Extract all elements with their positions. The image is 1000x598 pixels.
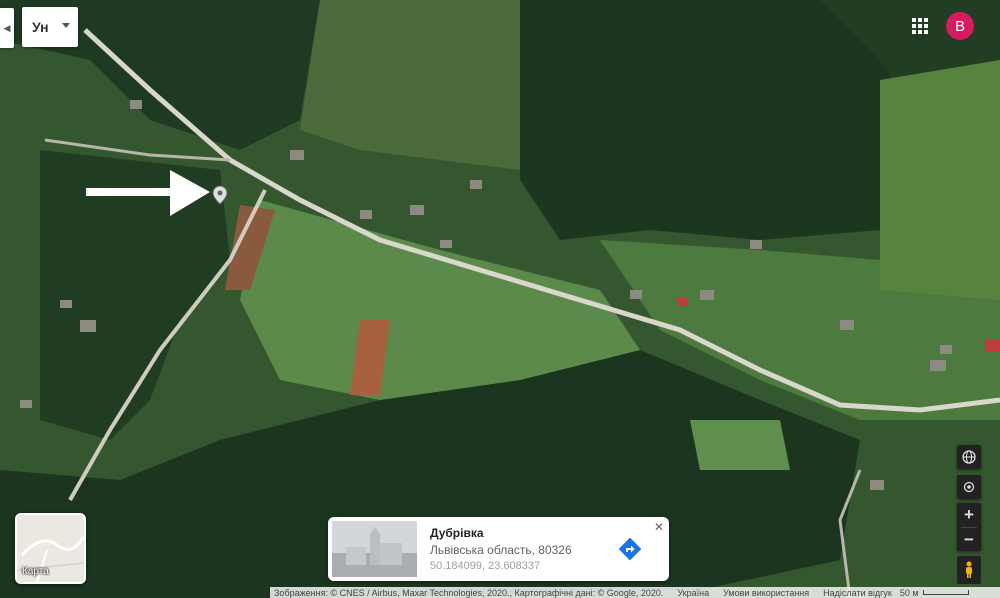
close-icon[interactable]: ✕ — [654, 520, 664, 534]
feedback-link[interactable]: Надіслати відгук — [823, 588, 892, 598]
directions-icon[interactable] — [618, 537, 642, 561]
street-view-button[interactable] — [957, 556, 981, 584]
zoom-in-button[interactable]: + — [957, 503, 981, 527]
scale-bar[interactable]: 50 м — [896, 588, 969, 598]
place-info-card[interactable]: Дубрівка Львівська область, 80326 50.184… — [328, 517, 669, 581]
globe-view-button[interactable] — [957, 445, 981, 469]
scale-bar-line — [922, 590, 969, 595]
place-name: Дубрівка — [430, 526, 484, 540]
pegman-icon — [966, 561, 972, 578]
globe-icon — [962, 450, 976, 464]
place-region: Львівська область, 80326 — [430, 543, 572, 557]
search-dropdown[interactable]: Ун — [22, 7, 78, 47]
search-dropdown-label: Ун — [32, 19, 49, 35]
zoom-out-button[interactable]: − — [957, 528, 981, 552]
my-location-icon — [963, 481, 975, 493]
country-link[interactable]: Україна — [677, 588, 709, 598]
forest-area — [520, 0, 900, 240]
collapse-panel-button[interactable]: ◀ — [0, 8, 14, 48]
attribution-text: Зображення: © CNES / Airbus, Maxar Techn… — [274, 587, 664, 598]
scale-label: 50 м — [899, 587, 919, 598]
my-location-button[interactable] — [957, 475, 981, 499]
layer-toggle-map[interactable]: Карта — [15, 513, 86, 584]
account-avatar[interactable]: B — [946, 12, 974, 40]
terms-link[interactable]: Умови використання — [723, 588, 809, 598]
layer-toggle-label: Карта — [22, 566, 49, 577]
map-footer: Зображення: © CNES / Airbus, Maxar Techn… — [270, 587, 1000, 598]
apps-grid-icon[interactable] — [912, 18, 928, 34]
field-area — [880, 60, 1000, 300]
chevron-down-icon — [62, 23, 70, 28]
place-coordinates: 50.184099, 23.608337 — [430, 560, 541, 572]
satellite-map[interactable] — [0, 0, 1000, 598]
red-roof-building — [985, 340, 999, 352]
chevron-left-icon: ◀ — [3, 22, 11, 33]
place-photo — [332, 521, 417, 577]
zoom-controls: + − — [957, 503, 981, 551]
red-roof-building — [678, 298, 688, 306]
field-area — [690, 420, 790, 470]
